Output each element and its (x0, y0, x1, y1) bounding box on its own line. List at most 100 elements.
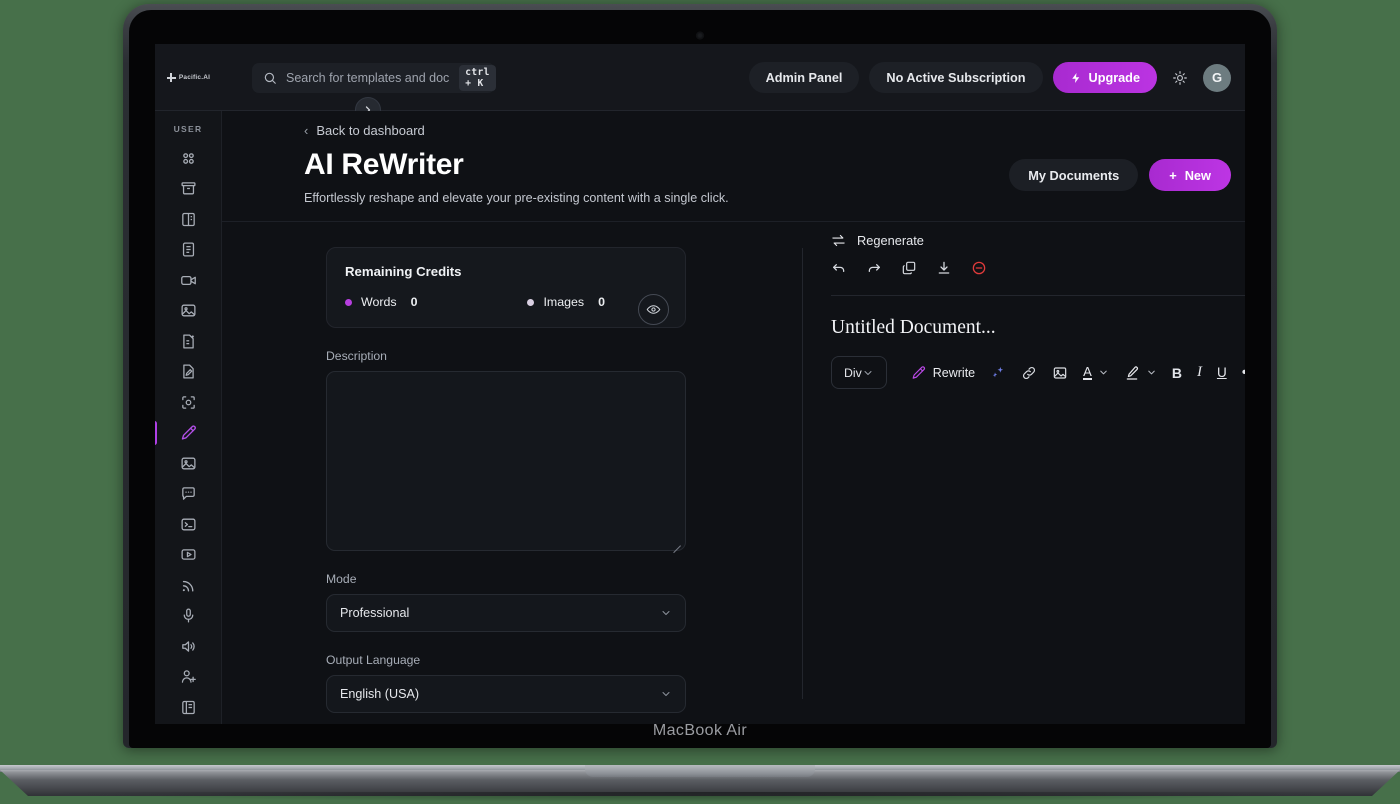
mode-select[interactable]: Professional (326, 594, 686, 632)
sidebar-item-video[interactable] (155, 265, 221, 296)
sidebar-item-play-box[interactable] (155, 540, 221, 571)
sidebar: USER (155, 111, 222, 724)
sidebar-item-panel-layout[interactable] (155, 204, 221, 235)
back-to-dashboard-link[interactable]: ‹ Back to dashboard (304, 123, 1210, 138)
words-value: 0 (410, 295, 418, 309)
description-textarea[interactable] (326, 371, 686, 551)
sidebar-item-book[interactable] (155, 692, 221, 723)
italic-button[interactable]: I (1197, 364, 1202, 381)
redo-button[interactable] (866, 260, 882, 276)
output-language-value: English (USA) (340, 687, 420, 701)
archive-icon (180, 182, 196, 195)
sidebar-item-add-user[interactable] (155, 662, 221, 693)
highlight-color-button[interactable] (1124, 365, 1157, 381)
sidebar-item-chat[interactable] (155, 479, 221, 510)
subscription-status-button[interactable]: No Active Subscription (869, 62, 1043, 93)
sidebar-item-terminal[interactable] (155, 509, 221, 540)
theme-toggle-button[interactable] (1167, 65, 1193, 91)
editor-action-row (831, 260, 1245, 296)
credits-images: Images 0 (527, 295, 605, 309)
rewrite-label: Rewrite (932, 365, 976, 380)
editor-toolbar: Div Rewrite A B I U (831, 356, 1245, 389)
chevron-down-icon (662, 611, 670, 615)
sidebar-item-scan-face[interactable] (155, 387, 221, 418)
new-button[interactable]: + New (1149, 159, 1231, 191)
delete-button[interactable] (971, 260, 987, 276)
photo-icon (180, 457, 196, 470)
panel-layout-icon (181, 212, 195, 226)
sidebar-item-image[interactable] (155, 296, 221, 327)
download-button[interactable] (936, 260, 952, 276)
logo-text: Pacific.AI (178, 74, 211, 81)
undo-button[interactable] (831, 260, 847, 276)
sidebar-item-document[interactable] (155, 235, 221, 266)
dashboard-grid-icon (182, 152, 194, 164)
speaker-icon (181, 641, 195, 652)
sidebar-item-rss[interactable] (155, 570, 221, 601)
sidebar-item-microphone[interactable] (155, 601, 221, 632)
lightning-bolt-icon (1071, 72, 1079, 83)
text-color-button[interactable]: A (1083, 365, 1109, 380)
block-type-select[interactable]: Div (831, 356, 887, 389)
app-logo[interactable]: Pacific.AI (155, 44, 222, 111)
rss-icon (182, 580, 193, 592)
image-icon (180, 304, 196, 317)
credits-row: Words 0 Images 0 (345, 295, 667, 309)
search-input[interactable]: Search for templates and doc ctrl + K (252, 63, 496, 93)
bold-button[interactable]: B (1172, 365, 1182, 381)
toggle-credits-visibility-button[interactable] (638, 294, 669, 325)
credits-words: Words 0 (345, 295, 417, 309)
page-header-actions: My Documents + New (1009, 159, 1231, 191)
rewrite-button[interactable]: Rewrite (911, 365, 975, 380)
remaining-credits-card: Remaining Credits Words 0 Images 0 (326, 247, 686, 328)
pencil-icon (181, 425, 196, 440)
sparkle-logo-icon (166, 73, 176, 82)
terminal-icon (180, 518, 196, 531)
document-title[interactable]: Untitled Document... (831, 317, 1245, 339)
sidebar-item-speaker[interactable] (155, 631, 221, 662)
sidebar-item-archive[interactable] (155, 174, 221, 205)
description-label: Description (326, 349, 387, 363)
chevron-down-icon (1148, 370, 1155, 375)
resize-grip-icon[interactable] (672, 538, 681, 547)
add-user-icon (181, 670, 196, 684)
images-label: Images (543, 295, 585, 309)
video-camera-icon (180, 275, 196, 285)
sidebar-item-ai-document[interactable] (155, 326, 221, 357)
editor-tool-icons: Rewrite A B I U (911, 364, 1245, 381)
sidebar-item-pencil[interactable] (155, 418, 221, 449)
main-content: ‹ Back to dashboard AI ReWriter Effortle… (222, 111, 1245, 724)
rewrite-pencil-icon (912, 366, 925, 379)
sidebar-item-dashboard-grid[interactable] (155, 143, 221, 174)
chevron-down-icon (1100, 370, 1107, 375)
eye-icon (646, 305, 661, 314)
upgrade-button[interactable]: Upgrade (1052, 62, 1157, 93)
insert-image-button[interactable] (1052, 365, 1068, 381)
magic-sparkle-icon (992, 366, 1004, 377)
output-language-select[interactable]: English (USA) (326, 675, 686, 713)
plus-icon: + (1169, 167, 1177, 183)
screenshot-stage: MacBook Air Pacific.AI Search for templa… (0, 0, 1400, 804)
search-icon (264, 72, 276, 84)
sidebar-item-edit-document[interactable] (155, 357, 221, 388)
more-options-button[interactable]: ••• (1242, 364, 1245, 380)
ai-document-icon (182, 334, 194, 349)
sun-icon (1173, 70, 1187, 85)
admin-panel-button[interactable]: Admin Panel (748, 62, 860, 93)
avatar[interactable]: G (1203, 63, 1231, 92)
sidebar-section-label: USER (173, 124, 203, 134)
sidebar-item-photo[interactable] (155, 448, 221, 479)
copy-button[interactable] (901, 260, 917, 276)
redo-icon (868, 264, 880, 272)
magic-sparkle-button[interactable] (990, 365, 1006, 381)
copy-icon (902, 261, 916, 275)
my-documents-button[interactable]: My Documents (1009, 159, 1139, 191)
sidebar-nav (155, 143, 221, 723)
block-type-value: Div (844, 365, 862, 380)
words-dot-icon (345, 298, 352, 306)
regenerate-button[interactable]: Regenerate (831, 233, 1245, 248)
download-icon (938, 261, 950, 274)
link-button[interactable] (1021, 365, 1037, 381)
link-icon (1023, 366, 1036, 379)
underline-button[interactable]: U (1217, 365, 1227, 380)
